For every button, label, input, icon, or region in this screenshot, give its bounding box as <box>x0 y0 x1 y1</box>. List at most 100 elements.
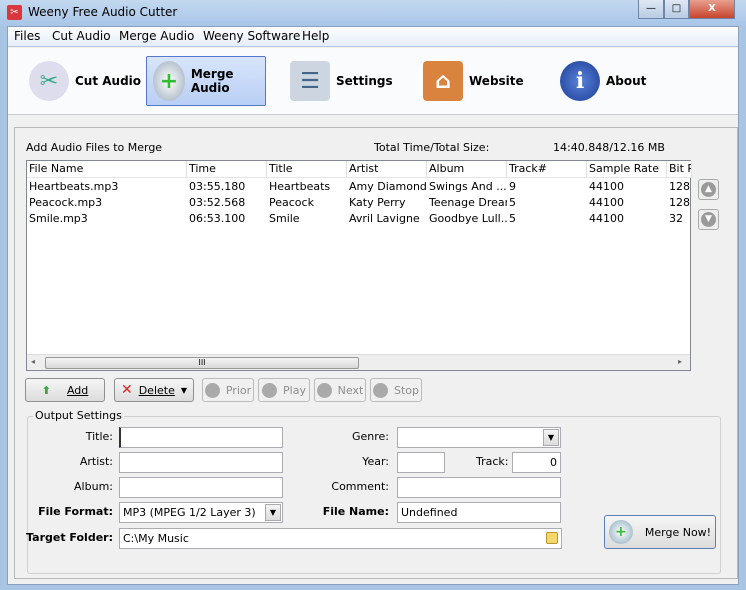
move-down-button[interactable]: ▼ <box>698 209 719 230</box>
scroll-thumb[interactable]: III <box>45 357 359 369</box>
menu-merge-audio[interactable]: Merge Audio <box>119 29 194 43</box>
table-cell: Swings And ... <box>429 180 507 193</box>
horizontal-scrollbar[interactable]: ◂ III ▸ <box>27 354 690 370</box>
minimize-button[interactable]: — <box>638 0 664 19</box>
delete-x-icon: ✕ <box>120 382 133 398</box>
next-icon <box>316 382 332 398</box>
target-folder-input[interactable]: C:\My Music <box>119 528 562 549</box>
title-label: Title: <box>85 430 113 443</box>
app-icon: ✂ <box>7 5 22 20</box>
play-button[interactable]: Play <box>258 378 310 402</box>
title-bar: ✂ Weeny Free Audio Cutter — □ X <box>0 0 746 26</box>
stop-button[interactable]: Stop <box>370 378 422 402</box>
table-cell: 128 <box>669 180 690 193</box>
table-cell: Teenage Dream <box>429 196 507 209</box>
column-header[interactable]: Artist <box>347 161 427 178</box>
total-value: 14:40.848/12.16 MB <box>553 141 665 154</box>
column-header[interactable]: Bit R <box>667 161 692 178</box>
track-label: Track: <box>476 455 509 468</box>
move-up-button[interactable]: ▲ <box>698 179 719 200</box>
menu-weeny-software[interactable]: Weeny Software <box>203 29 300 43</box>
title-input[interactable] <box>119 427 283 448</box>
table-cell: Goodbye Lull... <box>429 212 507 225</box>
table-cell: 128 <box>669 196 690 209</box>
comment-label: Comment: <box>331 480 389 493</box>
delete-button[interactable]: ✕ Delete ▼ <box>114 378 194 402</box>
menu-bar: Files Cut Audio Merge Audio Weeny Softwa… <box>8 27 738 47</box>
arrow-up-icon: ▲ <box>701 182 716 197</box>
table-cell: 03:52.568 <box>189 196 246 209</box>
close-button[interactable]: X <box>689 0 735 19</box>
menu-files[interactable]: Files <box>14 29 40 43</box>
toolbar-cut-audio[interactable]: ✂ Cut Audio <box>22 56 148 106</box>
column-header[interactable]: Sample Rate <box>587 161 667 178</box>
table-row[interactable]: Peacock.mp3 03:52.568 Peacock Katy Perry Tee… <box>27 195 690 211</box>
year-input[interactable] <box>397 452 445 473</box>
column-header[interactable]: Time <box>187 161 267 178</box>
file-name-input[interactable]: Undefined <box>397 502 561 523</box>
menu-help[interactable]: Help <box>302 29 329 43</box>
column-header[interactable]: Album <box>427 161 507 178</box>
prior-button[interactable]: Prior <box>202 378 254 402</box>
table-cell: 44100 <box>589 196 624 209</box>
toolbar-label: About <box>606 74 647 88</box>
column-header[interactable]: File Name <box>27 161 187 178</box>
window-title: Weeny Free Audio Cutter <box>28 5 178 19</box>
toolbar-label: Cut Audio <box>75 74 142 88</box>
table-cell: 5 <box>509 196 516 209</box>
folder-browse-icon[interactable] <box>546 532 558 544</box>
artist-input[interactable] <box>119 452 283 473</box>
table-cell: 32 <box>669 212 683 225</box>
toolbar-about[interactable]: i About <box>553 56 653 106</box>
info-icon: i <box>560 61 600 101</box>
scroll-left-icon[interactable]: ◂ <box>31 357 35 366</box>
table-cell: 44100 <box>589 212 624 225</box>
toolbar-label: Website <box>469 74 524 88</box>
scissors-icon: ✂ <box>29 61 69 101</box>
next-button[interactable]: Next <box>314 378 366 402</box>
album-input[interactable] <box>119 477 283 498</box>
file-format-label: File Format: <box>38 505 113 518</box>
table-cell: Smile <box>269 212 300 225</box>
chevron-down-icon: ▼ <box>180 385 188 395</box>
merge-heading: Add Audio Files to Merge <box>26 141 163 154</box>
album-label: Album: <box>74 480 113 493</box>
artist-label: Artist: <box>79 455 113 468</box>
menu-cut-audio[interactable]: Cut Audio <box>52 29 111 43</box>
table-cell: 9 <box>509 180 516 193</box>
merge-now-button[interactable]: + Merge Now! <box>604 515 716 549</box>
settings-icon: ☰ <box>290 61 330 101</box>
main-window: Files Cut Audio Merge Audio Weeny Softwa… <box>7 26 739 585</box>
track-input[interactable]: 0 <box>512 452 561 473</box>
table-row[interactable]: Heartbeats.mp3 03:55.180 Heartbeats Amy Dia… <box>27 179 690 195</box>
genre-select[interactable]: ▼ <box>397 427 561 448</box>
chevron-down-icon[interactable]: ▼ <box>265 504 281 521</box>
toolbar-merge-audio[interactable]: + Merge Audio <box>146 56 266 106</box>
add-file-icon: ⬆ <box>41 383 51 397</box>
chevron-down-icon[interactable]: ▼ <box>543 429 559 446</box>
table-cell: Peacock.mp3 <box>29 196 103 209</box>
table-cell: 06:53.100 <box>189 212 246 225</box>
table-cell: 5 <box>509 212 516 225</box>
table-cell: Smile.mp3 <box>29 212 88 225</box>
table-cell: Heartbeats.mp3 <box>29 180 119 193</box>
toolbar-website[interactable]: ⌂ Website <box>416 56 531 106</box>
toolbar: ✂ Cut Audio + Merge Audio ☰ Settings ⌂ Websi… <box>8 48 738 115</box>
table-cell: Peacock <box>269 196 314 209</box>
toolbar-settings[interactable]: ☰ Settings <box>283 56 400 106</box>
arrow-down-icon: ▼ <box>701 212 716 227</box>
add-button[interactable]: ⬆ Add <box>25 378 105 402</box>
maximize-button[interactable]: □ <box>664 0 689 19</box>
play-icon <box>262 382 278 398</box>
file-list[interactable]: File Name Time Title Artist Album Track# Sampl… <box>26 160 692 371</box>
target-folder-label: Target Folder: <box>26 531 113 544</box>
scroll-right-icon[interactable]: ▸ <box>678 357 682 366</box>
file-format-select[interactable]: MP3 (MPEG 1/2 Layer 3) ▼ <box>119 502 283 523</box>
comment-input[interactable] <box>397 477 561 498</box>
column-header[interactable]: Title <box>267 161 347 178</box>
column-header[interactable]: Track# <box>507 161 587 178</box>
year-label: Year: <box>362 455 389 468</box>
table-cell: 03:55.180 <box>189 180 246 193</box>
house-icon: ⌂ <box>423 61 463 101</box>
table-row[interactable]: Smile.mp3 06:53.100 Smile Avril Lavigne Good… <box>27 211 690 227</box>
